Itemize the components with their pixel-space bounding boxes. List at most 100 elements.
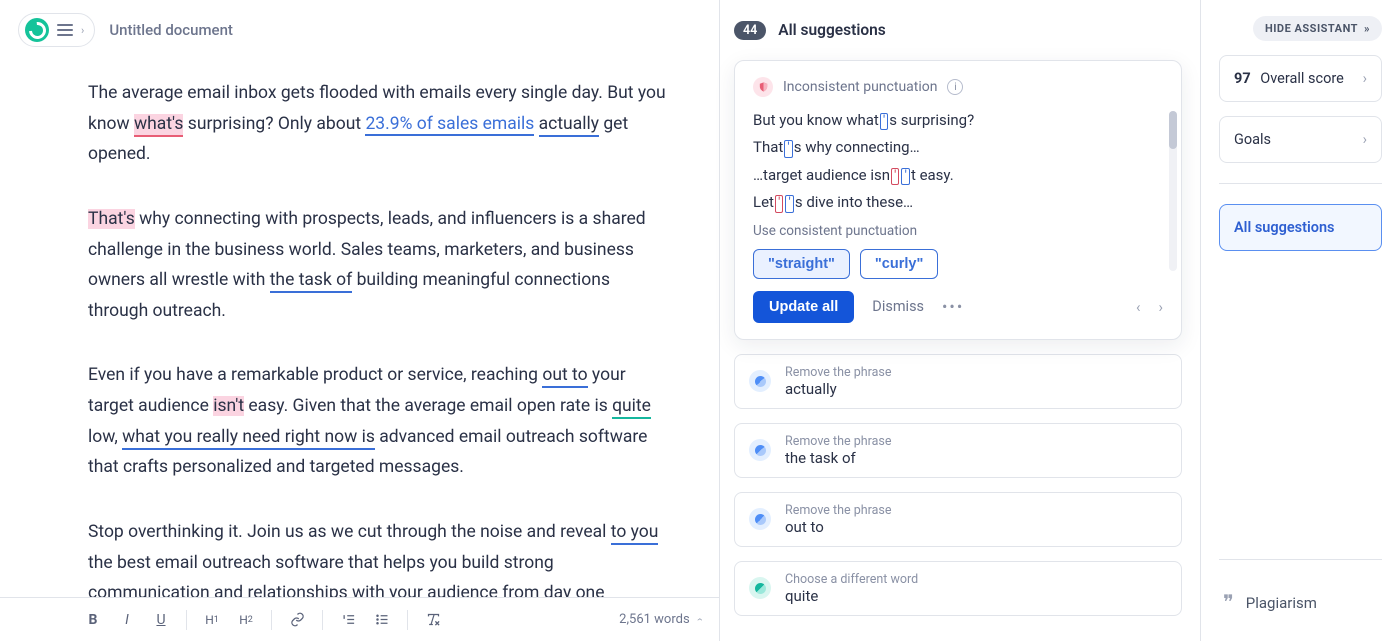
goals-card[interactable]: Goals › (1219, 116, 1382, 163)
numbered-list-icon (341, 612, 356, 627)
separator (186, 610, 187, 630)
clarity-icon (749, 508, 771, 530)
separator (1219, 183, 1382, 184)
dismiss-button[interactable]: Dismiss (872, 298, 924, 315)
clear-format-button[interactable] (418, 605, 448, 635)
suggestion-card[interactable]: Remove the phrase out to (734, 492, 1182, 547)
flag-thats[interactable]: That's (88, 209, 135, 229)
flag-to-you[interactable]: to you (611, 522, 659, 545)
flag-quite[interactable]: quite (612, 396, 651, 419)
card-scrollbar[interactable] (1169, 111, 1177, 271)
chevron-up-icon: › (693, 618, 706, 621)
suggestion-card-expanded[interactable]: Inconsistent punctuation i But you know … (734, 60, 1182, 340)
h2-button[interactable]: H2 (231, 605, 261, 635)
text (534, 114, 538, 134)
bold-button[interactable]: B (78, 605, 108, 635)
bullet-list-button[interactable] (367, 605, 397, 635)
punctuation-choices: "straight" "curly" (753, 249, 1163, 279)
plagiarism-button[interactable]: ❞ Plagiarism (1219, 580, 1382, 625)
word-count[interactable]: 2,561 words (619, 612, 690, 627)
clarity-icon (749, 370, 771, 392)
engagement-icon (749, 577, 771, 599)
editor-header: › Untitled document (0, 0, 719, 60)
suggestion-card[interactable]: Choose a different word quite (734, 561, 1182, 616)
right-rail: HIDE ASSISTANT » 97 Overall score › Goal… (1200, 0, 1400, 641)
editor-body[interactable]: The average email inbox gets flooded wit… (0, 60, 719, 641)
paragraph-4[interactable]: Stop overthinking it. Join us as we cut … (88, 517, 673, 609)
clarity-icon (749, 439, 771, 461)
text: easy. Given that the average email open … (244, 396, 612, 416)
scrollbar-thumb[interactable] (1169, 111, 1177, 149)
separator (1219, 559, 1382, 560)
all-suggestions-tab[interactable]: All suggestions (1219, 204, 1382, 251)
snippet-3: …target audience isn''t easy. (753, 166, 1163, 185)
more-icon[interactable]: ••• (942, 297, 964, 316)
overall-score-card[interactable]: 97 Overall score › (1219, 55, 1382, 102)
hide-assistant-button[interactable]: HIDE ASSISTANT » (1253, 16, 1382, 41)
document-title[interactable]: Untitled document (109, 21, 233, 39)
flag-need[interactable]: what you really need right now is (122, 427, 375, 450)
card-label: Remove the phrase (785, 365, 892, 380)
grammarly-logo-icon (25, 18, 49, 42)
separator (407, 610, 408, 630)
choice-straight[interactable]: "straight" (753, 249, 850, 279)
score-label: Overall score (1260, 70, 1344, 87)
quote-icon: ❞ (1223, 590, 1234, 615)
update-all-button[interactable]: Update all (753, 291, 854, 323)
menu-icon (57, 24, 73, 36)
flag-actually[interactable]: actually (539, 114, 599, 137)
text: low, (88, 427, 122, 447)
hide-assistant-label: HIDE ASSISTANT (1265, 22, 1358, 35)
editor-toolbar: B I U H1 H2 2,561 words › (0, 597, 719, 641)
info-icon[interactable]: i (947, 79, 963, 95)
flag-task-of[interactable]: the task of (270, 270, 353, 293)
suggestion-card[interactable]: Remove the phrase actually (734, 354, 1182, 409)
choice-curly[interactable]: "curly" (860, 249, 938, 279)
link-icon (290, 612, 305, 627)
chevron-right-icon: › (1363, 70, 1367, 87)
separator (322, 610, 323, 630)
link-open-rate[interactable]: 23.9% of sales emails (365, 114, 534, 136)
card-word: out to (785, 518, 892, 536)
text: Even if you have a remarkable product or… (88, 365, 542, 385)
numbered-list-button[interactable] (333, 605, 363, 635)
card-hint: Use consistent punctuation (753, 223, 1163, 239)
goals-label: Goals (1234, 131, 1271, 148)
card-label: Choose a different word (785, 572, 918, 587)
text: surprising? Only about (183, 114, 365, 134)
text: Stop overthinking it. Join us as we cut … (88, 522, 611, 542)
clear-format-icon (426, 612, 441, 627)
snippet-2: That's why connecting… (753, 138, 1163, 157)
text: the best email outreach software that he… (88, 553, 605, 604)
bullet-list-icon (375, 612, 390, 627)
chevron-double-right-icon: » (1364, 22, 1370, 35)
app-menu[interactable]: › (18, 13, 95, 47)
suggestions-column: 44 All suggestions Inconsistent punctuat… (720, 0, 1200, 641)
card-word: quite (785, 587, 918, 605)
prev-suggestion-icon[interactable]: ‹ (1136, 298, 1141, 316)
score-number: 97 (1234, 70, 1251, 87)
paragraph-3[interactable]: Even if you have a remarkable product or… (88, 360, 673, 483)
card-actions: Update all Dismiss ••• ‹ › (753, 291, 1163, 323)
suggestion-card[interactable]: Remove the phrase the task of (734, 423, 1182, 478)
paragraph-1[interactable]: The average email inbox gets flooded wit… (88, 78, 673, 170)
italic-button[interactable]: I (112, 605, 142, 635)
chevron-right-icon: › (81, 24, 84, 37)
flag-out-to[interactable]: out to (542, 365, 587, 388)
card-word: actually (785, 380, 892, 398)
h1-button[interactable]: H1 (197, 605, 227, 635)
next-suggestion-icon[interactable]: › (1158, 298, 1163, 316)
card-label: Remove the phrase (785, 434, 892, 449)
snippet-1: But you know what's surprising? (753, 111, 1163, 130)
link-button[interactable] (282, 605, 312, 635)
paragraph-2[interactable]: That's why connecting with prospects, le… (88, 204, 673, 327)
plagiarism-label: Plagiarism (1246, 594, 1317, 612)
flag-isnt[interactable]: isn't (213, 396, 244, 416)
suggestions-title: All suggestions (778, 21, 885, 39)
snippet-4: Let''s dive into these… (753, 193, 1163, 212)
card-word: the task of (785, 449, 892, 467)
flag-whats[interactable]: what's (134, 114, 183, 137)
separator (271, 610, 272, 630)
underline-button[interactable]: U (146, 605, 176, 635)
card-header: Inconsistent punctuation i (753, 77, 1163, 97)
